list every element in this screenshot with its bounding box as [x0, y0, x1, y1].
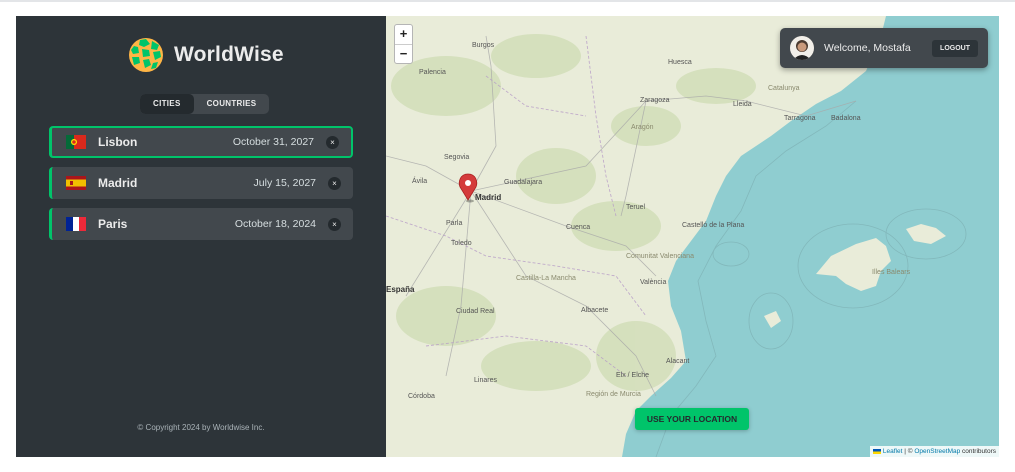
- app-layout: WorldWise CITIES COUNTRIES Lisbon Octobe…: [16, 16, 999, 457]
- copyright-text: © Copyright 2024 by Worldwise Inc.: [137, 423, 265, 432]
- map-label-valencia: València: [640, 279, 666, 286]
- globe-logo-icon: [129, 38, 163, 72]
- app-name: WorldWise: [174, 43, 284, 66]
- city-item-madrid[interactable]: Madrid July 15, 2027 ×: [49, 167, 353, 199]
- sidebar: WorldWise CITIES COUNTRIES Lisbon Octobe…: [16, 16, 386, 457]
- map-label-badalona: Badalona: [831, 115, 861, 122]
- map-label-comunitat: Comunitat Valenciana: [626, 253, 694, 260]
- map-label-linares: Linares: [474, 377, 497, 384]
- map-label-alacant: Alacant: [666, 358, 689, 365]
- view-tabs: CITIES COUNTRIES: [140, 94, 270, 114]
- top-border: [0, 0, 1015, 2]
- map-label-lleida: Lleida: [733, 101, 752, 108]
- leaflet-flag-icon: [872, 448, 881, 454]
- attribution-separator: | ©: [902, 448, 915, 455]
- logo[interactable]: WorldWise: [128, 37, 284, 73]
- city-name: Lisbon: [98, 135, 138, 149]
- map-label-guadalajara: Guadalajara: [504, 179, 542, 186]
- map-label-cuenca: Cuenca: [566, 224, 590, 231]
- user-panel: Welcome, Mostafa LOGOUT: [780, 28, 988, 68]
- map-label-espana: España: [386, 285, 415, 294]
- logout-button[interactable]: LOGOUT: [932, 39, 978, 57]
- map-label-ciudad-real: Ciudad Real: [456, 308, 495, 315]
- map-label-parla: Parla: [446, 220, 462, 227]
- map-label-avila: Ávila: [412, 176, 427, 185]
- map-label-castello: Castelló de la Plana: [682, 222, 744, 229]
- map-label-segovia: Segovia: [444, 154, 469, 161]
- map-label-illes: Illes Balears: [872, 269, 911, 276]
- portugal-flag-icon: [66, 135, 86, 149]
- osm-link[interactable]: OpenStreetMap: [914, 448, 960, 455]
- tab-cities[interactable]: CITIES: [140, 94, 194, 114]
- map-container[interactable]: Burgos Palencia Huesca Zaragoza Lleida C…: [386, 16, 999, 457]
- zoom-control: + −: [394, 24, 413, 64]
- map-label-huesca: Huesca: [668, 59, 692, 66]
- zoom-in-button[interactable]: +: [395, 25, 412, 44]
- map-attribution: Leaflet | © OpenStreetMap contributors: [869, 446, 999, 457]
- city-list: Lisbon October 31, 2027 × Madrid July 15…: [49, 126, 353, 249]
- leaflet-link[interactable]: Leaflet: [883, 448, 903, 455]
- map-label-albacete: Albacete: [581, 307, 608, 314]
- map-label-tarragona: Tarragona: [784, 115, 816, 122]
- map-label-aragon: Aragón: [631, 124, 654, 131]
- city-item-paris[interactable]: Paris October 18, 2024 ×: [49, 208, 353, 240]
- delete-city-button[interactable]: ×: [328, 176, 341, 190]
- map-label-palencia: Palencia: [419, 69, 446, 76]
- map-tiles[interactable]: Burgos Palencia Huesca Zaragoza Lleida C…: [386, 16, 999, 457]
- city-date: October 31, 2027: [232, 136, 314, 148]
- city-name: Madrid: [98, 176, 138, 190]
- map-label-burgos: Burgos: [472, 42, 495, 49]
- city-date: October 18, 2024: [234, 218, 316, 230]
- map-label-castilla: Castilla-La Mancha: [516, 275, 576, 282]
- map-label-elx: Elx / Elche: [616, 372, 649, 379]
- welcome-text: Welcome, Mostafa: [824, 42, 911, 54]
- zoom-out-button[interactable]: −: [395, 44, 412, 63]
- spain-flag-icon: [66, 176, 86, 190]
- delete-city-button[interactable]: ×: [326, 135, 339, 149]
- map-label-cordoba: Córdoba: [408, 393, 435, 400]
- city-item-lisbon[interactable]: Lisbon October 31, 2027 ×: [49, 126, 353, 158]
- tab-countries[interactable]: COUNTRIES: [194, 94, 270, 114]
- map-label-murcia: Región de Murcia: [586, 391, 641, 398]
- attribution-suffix: contributors: [960, 448, 996, 455]
- map-label-toledo: Toledo: [451, 240, 472, 247]
- map-label-madrid: Madrid: [475, 193, 501, 202]
- city-name: Paris: [98, 217, 128, 231]
- map-label-teruel: Teruel: [626, 204, 646, 211]
- delete-city-button[interactable]: ×: [328, 217, 341, 231]
- avatar: [790, 36, 814, 60]
- map-label-catalunya: Catalunya: [768, 85, 800, 92]
- city-date: July 15, 2027: [253, 177, 316, 189]
- france-flag-icon: [66, 217, 86, 231]
- use-location-button[interactable]: USE YOUR LOCATION: [635, 408, 749, 430]
- map-label-zaragoza: Zaragoza: [640, 97, 670, 104]
